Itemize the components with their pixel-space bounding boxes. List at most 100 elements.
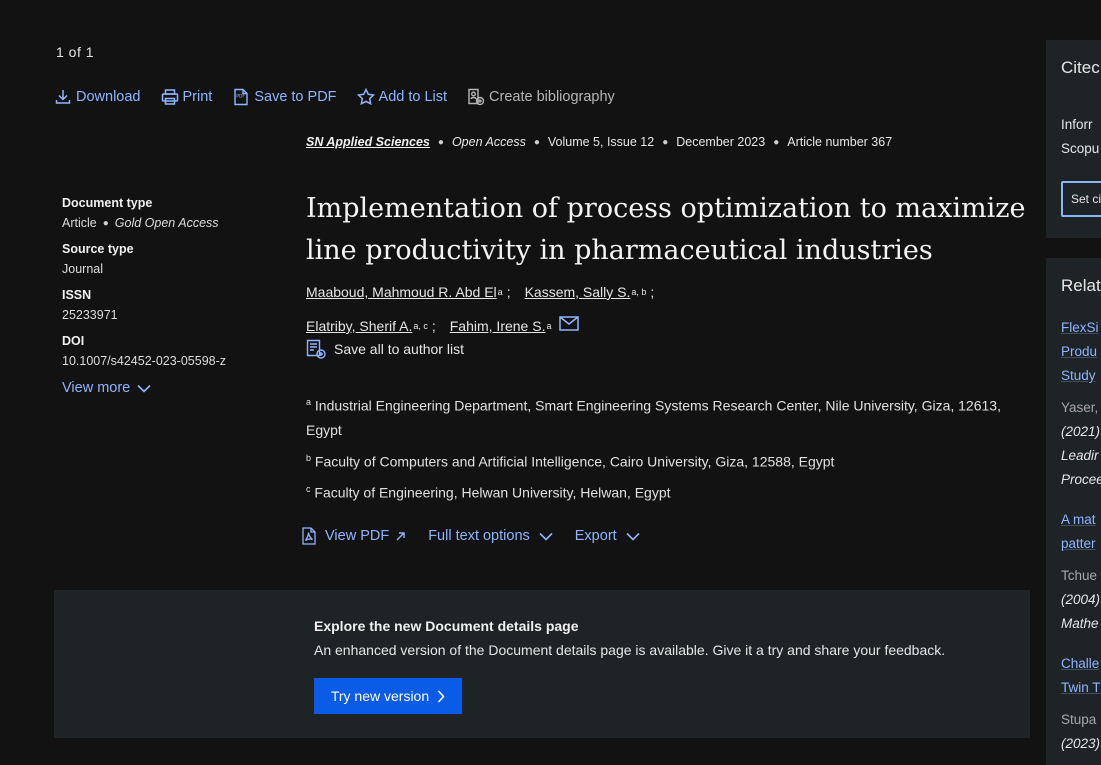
related-doc-title[interactable]: Study [1061,364,1096,388]
affiliation-sup: b [306,452,312,463]
issn-value: 25233971 [62,308,118,322]
download-label: Download [76,89,141,105]
author-row: Elatriby, Sherif A. a, c; Fahim, Irene S.… [306,314,1026,338]
save-all-label: Save all to author list [334,341,464,357]
doc-type-text: Article [62,216,97,230]
affiliation-sup: a [306,397,312,407]
pdf-file-icon [302,527,316,545]
related-documents-panel: Relat FlexSi Produ Study Yaser, (2021) L… [1046,258,1101,765]
related-heading: Relat [1061,276,1101,295]
author-list-add-icon [306,339,326,359]
result-counter: 1 of 1 [56,44,95,60]
doi-label: DOI [62,334,85,348]
related-doc-title[interactable]: Challe [1061,652,1099,676]
view-more-label: View more [62,380,131,396]
related-doc-title[interactable]: A mat [1061,508,1096,532]
try-new-version-button[interactable]: Try new version [314,678,462,714]
view-more-button[interactable]: View more [62,380,262,396]
external-link-icon [396,531,405,540]
chevron-down-icon [137,384,151,393]
author-link[interactable]: Fahim, Irene S. [450,318,546,334]
affiliation-item: a Industrial Engineering Department, Sma… [306,390,1011,442]
export-dropdown[interactable]: Export [575,528,640,544]
save-pdf-label: Save to PDF [254,89,337,105]
affiliation-item: b Faculty of Computers and Artificial In… [306,446,1011,474]
create-bibliography-label: Create bibliography [489,89,615,105]
related-doc-title[interactable]: FlexSi [1061,316,1099,340]
affiliation-item: c Faculty of Engineering, Helwan Univers… [306,477,1011,505]
related-doc-year: (2004) [1061,592,1101,607]
print-button[interactable]: Print [161,88,213,106]
author-affil-sup: a, b [631,287,647,297]
author-separator: ; [506,284,511,300]
publication-date: December 2023 [676,135,766,149]
cited-by-info-line: Inforr [1061,117,1093,132]
chevron-down-icon [626,532,640,541]
gold-open-access: Gold Open Access [114,216,219,230]
email-icon[interactable] [559,315,580,331]
add-to-list-label: Add to List [378,89,448,105]
related-doc-title[interactable]: Produ [1061,340,1097,364]
create-bibliography-button[interactable]: Create bibliography [467,88,615,106]
download-icon [55,90,71,104]
full-text-options-label: Full text options [428,528,530,544]
related-doc-title[interactable]: Twin T [1061,676,1101,700]
author-row: Maaboud, Mahmoud R. Abd El a; Kassem, Sal… [306,280,1026,304]
affiliation-text: Faculty of Computers and Artificial Inte… [314,453,835,470]
print-icon [161,89,178,105]
journal-link[interactable]: SN Applied Sciences [306,135,430,149]
author-link[interactable]: Kassem, Sally S. [525,284,631,300]
author-link[interactable]: Maaboud, Mahmoud R. Abd El [306,284,497,300]
banner-title: Explore the new Document details page [314,618,579,634]
separator-dot: ● [437,136,444,148]
source-info: SN Applied Sciences ● Open Access ● Volu… [306,135,892,149]
document-metadata: Document type Article ● Gold Open Access… [62,196,262,396]
issn-label: ISSN [62,288,92,302]
related-doc-title[interactable]: patter [1061,532,1096,556]
separator-dot: ● [662,136,669,148]
doi-value: 10.1007/s42452-023-05598-z [62,354,227,368]
source-type-value: Journal [62,262,103,276]
chevron-right-icon [438,689,445,703]
separator-dot: ● [102,217,109,229]
print-label: Print [182,89,213,105]
author-separator: ; [431,318,436,334]
separator-dot: ● [773,136,780,148]
related-doc-year: (2023) [1061,736,1101,751]
save-all-authors-button[interactable]: Save all to author list [306,339,464,359]
affiliation-sup: c [306,484,311,495]
cited-by-panel: Citec Inforr Scopu Set ci [1046,40,1101,238]
set-citation-alert-button[interactable]: Set ci [1061,181,1101,217]
doc-type-label: Document type [62,196,153,210]
affiliation-text: Faculty of Engineering, Helwan Universit… [314,484,671,501]
affiliation-text: Industrial Engineering Department, Smart… [306,397,1001,438]
star-icon [356,88,375,106]
author-affil-sup: a [546,321,552,331]
related-doc-author: Yaser, [1061,400,1099,415]
view-pdf-button[interactable]: View PDF [301,527,406,545]
article-number: Article number 367 [787,135,893,149]
new-version-banner: Explore the new Document details page An… [54,590,1030,738]
bibliography-icon [468,88,485,106]
open-access-label: Open Access [451,135,526,149]
download-button[interactable]: Download [54,88,141,106]
full-text-options-dropdown[interactable]: Full text options [428,528,553,544]
add-to-list-button[interactable]: Add to List [356,88,448,106]
source-type-label: Source type [62,242,134,256]
separator-dot: ● [533,136,540,148]
author-separator: ; [650,284,655,300]
related-doc-source: Procee [1061,472,1101,487]
chevron-down-icon [539,532,553,541]
article-title: Implementation of process optimization t… [306,193,1026,266]
view-pdf-label: View PDF [325,528,390,544]
doc-type-value: Article ● Gold Open Access [62,216,262,230]
author-affil-sup: a [497,287,503,297]
related-doc-author: Stupa [1061,712,1097,727]
save-pdf-button[interactable]: PDF Save to PDF [232,88,337,106]
banner-text: An enhanced version of the Document deta… [314,642,946,658]
related-doc-source: Leadir [1061,448,1099,463]
document-toolbar: Download Print PDF Save to PDF Add to Li… [54,86,635,108]
author-affil-sup: a, c [413,321,428,331]
author-link[interactable]: Elatriby, Sherif A. [306,318,412,334]
related-doc-author: Tchue [1061,568,1098,583]
